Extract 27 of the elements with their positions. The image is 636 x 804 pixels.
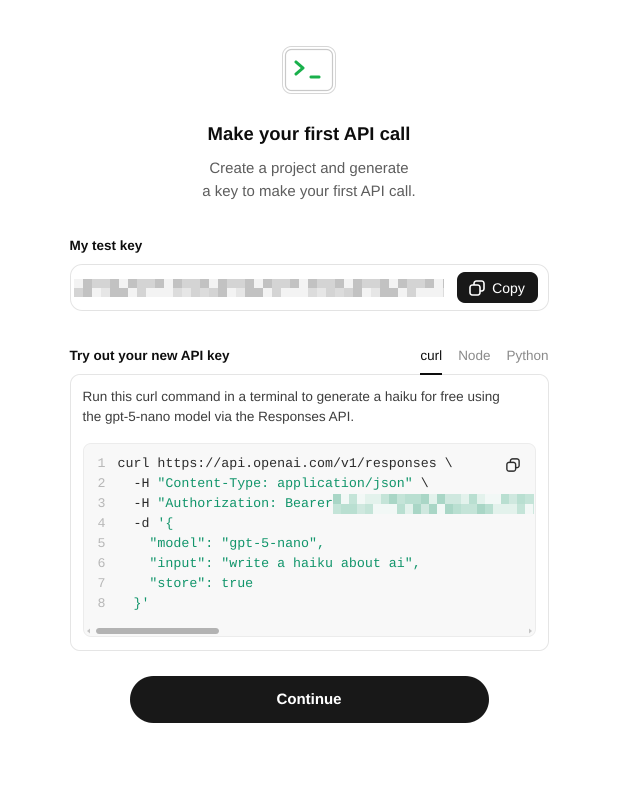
code-line: curl https://api.openai.com/v1/responses \	[118, 455, 453, 473]
section-title: Try out your new API key	[70, 347, 230, 365]
code-line: "model": "gpt-5-nano",	[148, 535, 325, 553]
line-number: 1	[96, 455, 106, 473]
subtitle: Create a project and generate a key to make your first API call.	[202, 159, 416, 202]
api-key-field[interactable]: Copy	[70, 264, 548, 311]
code-line: -d '{	[132, 515, 174, 533]
code-line: -H "Authorization: Bearer	[132, 495, 333, 513]
terminal-icon	[282, 46, 336, 94]
line-number: 4	[96, 515, 106, 533]
line-number: 3	[96, 495, 106, 513]
code-line: -H "Content-Type: application/json" \	[132, 475, 429, 493]
line-number: 6	[96, 555, 106, 573]
page-title: Make your first API call	[208, 122, 410, 146]
continue-button[interactable]: Continue	[130, 676, 488, 723]
line-number: 8	[96, 595, 106, 613]
copy-icon[interactable]	[506, 458, 520, 472]
line-number: 5	[96, 535, 106, 553]
description: Run this curl command in a terminal to generate a haiku for free using the gpt-5-nano model via the Responses API.	[82, 388, 501, 426]
code-line: }'	[132, 595, 150, 613]
code-line: "input": "write a haiku about ai",	[148, 555, 421, 573]
line-number: 2	[96, 475, 106, 493]
line-number: 7	[96, 575, 106, 593]
code-line: "store": true	[148, 575, 254, 593]
copy-icon	[469, 280, 486, 296]
copy-button[interactable]: Copy	[456, 272, 538, 303]
field-label: My test key	[70, 237, 142, 255]
